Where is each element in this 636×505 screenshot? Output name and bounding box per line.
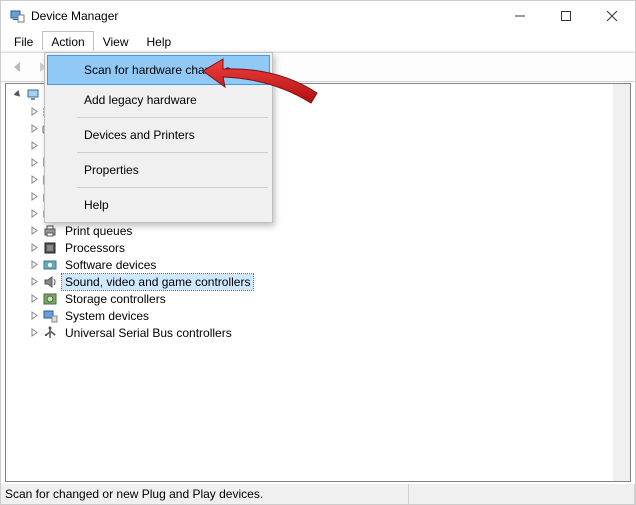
window-title: Device Manager <box>31 9 497 23</box>
tree-node[interactable]: Sound, video and game controllers <box>6 273 613 290</box>
menu-view[interactable]: View <box>94 31 138 51</box>
menu-separator <box>77 117 268 118</box>
menu-devices-printers[interactable]: Devices and Printers <box>47 120 270 150</box>
expander-icon[interactable] <box>28 277 40 286</box>
printer-icon <box>42 223 58 239</box>
minimize-button[interactable] <box>497 1 543 31</box>
menu-add-legacy[interactable]: Add legacy hardware <box>47 85 270 115</box>
statusbar: Scan for changed or new Plug and Play de… <box>1 484 635 504</box>
tree-node-label: Processors <box>62 240 128 256</box>
menu-file[interactable]: File <box>5 31 42 51</box>
menu-action[interactable]: Action <box>42 31 93 51</box>
tree-node[interactable]: Processors <box>6 239 613 256</box>
expander-icon[interactable] <box>28 311 40 320</box>
tree-node-label: System devices <box>62 308 152 324</box>
menu-separator <box>77 187 268 188</box>
back-button[interactable] <box>7 56 29 78</box>
device-manager-icon <box>9 8 25 24</box>
menu-scan-hardware[interactable]: Scan for hardware changes <box>47 55 270 85</box>
tree-node-label: Storage controllers <box>62 291 169 307</box>
status-text: Scan for changed or new Plug and Play de… <box>1 484 409 504</box>
tree-node[interactable]: Storage controllers <box>6 290 613 307</box>
close-button[interactable] <box>589 1 635 31</box>
status-cell <box>409 484 635 504</box>
expander-icon[interactable] <box>28 192 40 201</box>
menubar: File Action View Help <box>1 31 635 52</box>
tree-node-label: Software devices <box>62 257 159 273</box>
menu-help[interactable]: Help <box>138 31 181 51</box>
tree-node[interactable]: System devices <box>6 307 613 324</box>
window-controls <box>497 1 635 31</box>
maximize-button[interactable] <box>543 1 589 31</box>
cpu-icon <box>42 240 58 256</box>
expander-icon[interactable] <box>28 243 40 252</box>
expander-icon[interactable] <box>28 226 40 235</box>
expander-icon[interactable] <box>28 158 40 167</box>
soft-icon <box>42 257 58 273</box>
expander-icon[interactable] <box>28 175 40 184</box>
system-icon <box>42 308 58 324</box>
expander-icon[interactable] <box>28 107 40 116</box>
expander-icon[interactable] <box>28 209 40 218</box>
menu-separator <box>77 152 268 153</box>
expander-icon[interactable] <box>12 90 24 99</box>
action-dropdown: Scan for hardware changes Add legacy har… <box>44 52 273 223</box>
expander-icon[interactable] <box>28 260 40 269</box>
sound-icon <box>42 274 58 290</box>
tree-node[interactable]: Software devices <box>6 256 613 273</box>
tree-node[interactable]: Universal Serial Bus controllers <box>6 324 613 341</box>
menu-properties[interactable]: Properties <box>47 155 270 185</box>
tree-node[interactable]: Print queues <box>6 222 613 239</box>
computer-icon <box>26 87 42 103</box>
expander-icon[interactable] <box>28 141 40 150</box>
expander-icon[interactable] <box>28 124 40 133</box>
expander-icon[interactable] <box>28 328 40 337</box>
menu-help-item[interactable]: Help <box>47 190 270 220</box>
tree-node-label: Universal Serial Bus controllers <box>62 325 235 341</box>
usb-icon <box>42 325 58 341</box>
titlebar: Device Manager <box>1 1 635 31</box>
storage-icon <box>42 291 58 307</box>
expander-icon[interactable] <box>28 294 40 303</box>
tree-node-label: Print queues <box>62 223 135 239</box>
tree-node-label: Sound, video and game controllers <box>62 274 253 290</box>
